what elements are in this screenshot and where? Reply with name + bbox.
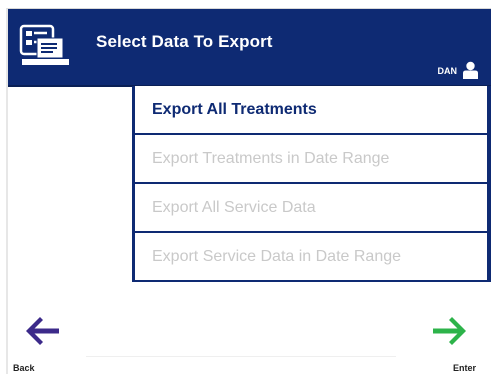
back-button[interactable]: Back: [13, 314, 67, 374]
menu-item-export-all-treatments[interactable]: Export All Treatments: [135, 86, 487, 133]
menu-item-label: Export All Treatments: [152, 100, 317, 118]
back-label: Back: [13, 363, 35, 373]
menu-item-label: Export Treatments in Date Range: [152, 149, 390, 167]
data-export-icon: [19, 24, 69, 65]
header-bar: Select Data To Export DAN: [8, 9, 491, 87]
screen-frame: Select Data To Export DAN Export All Tre…: [0, 0, 491, 374]
menu-item-export-all-service-data[interactable]: Export All Service Data: [135, 184, 487, 231]
user-icon: [463, 61, 478, 79]
left-arrow-icon: [26, 317, 59, 345]
page-title: Select Data To Export: [96, 32, 273, 51]
menu-item-label: Export Service Data in Date Range: [152, 247, 402, 265]
enter-label: Enter: [452, 363, 476, 373]
menu-item-label: Export All Service Data: [152, 198, 316, 216]
menu-item-export-service-data-date-range[interactable]: Export Service Data in Date Range: [135, 233, 487, 280]
bottom-divider: [86, 356, 396, 357]
enter-button[interactable]: Enter: [415, 314, 485, 374]
right-arrow-icon: [433, 317, 466, 345]
export-options-menu: Export All Treatments Export Treatments …: [132, 86, 491, 282]
menu-item-export-treatments-date-range[interactable]: Export Treatments in Date Range: [135, 135, 487, 182]
user-name: DAN: [437, 66, 458, 76]
